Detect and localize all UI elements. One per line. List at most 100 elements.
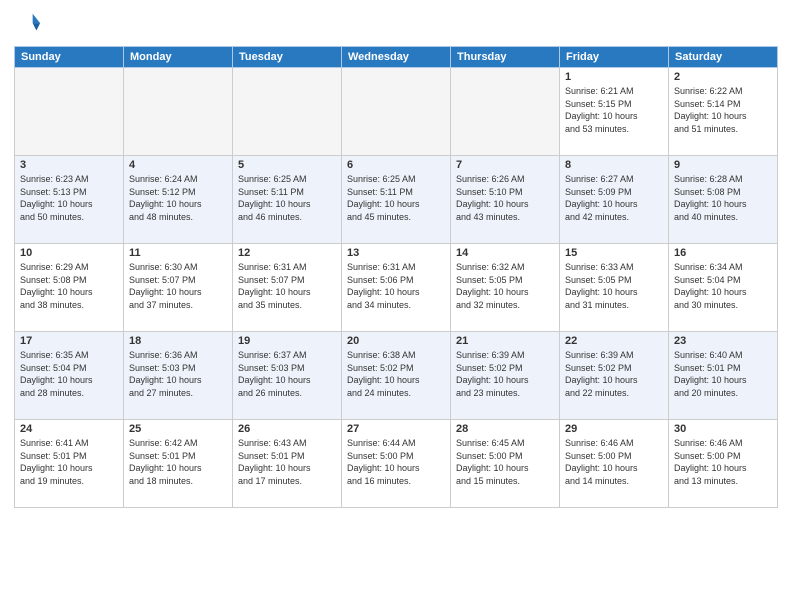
day-info: Sunrise: 6:25 AM Sunset: 5:11 PM Dayligh… xyxy=(347,173,445,223)
day-info: Sunrise: 6:23 AM Sunset: 5:13 PM Dayligh… xyxy=(20,173,118,223)
calendar-cell: 17 Sunrise: 6:35 AM Sunset: 5:04 PM Dayli… xyxy=(15,332,124,420)
logo-icon xyxy=(14,10,42,38)
day-info: Sunrise: 6:31 AM Sunset: 5:06 PM Dayligh… xyxy=(347,261,445,311)
day-number: 10 xyxy=(20,247,118,259)
day-number: 19 xyxy=(238,335,336,347)
day-number: 27 xyxy=(347,423,445,435)
day-info: Sunrise: 6:39 AM Sunset: 5:02 PM Dayligh… xyxy=(565,349,663,399)
day-info: Sunrise: 6:44 AM Sunset: 5:00 PM Dayligh… xyxy=(347,437,445,487)
calendar-cell: 12 Sunrise: 6:31 AM Sunset: 5:07 PM Dayli… xyxy=(233,244,342,332)
calendar-cell: 6 Sunrise: 6:25 AM Sunset: 5:11 PM Daylig… xyxy=(342,156,451,244)
calendar-cell: 24 Sunrise: 6:41 AM Sunset: 5:01 PM Dayli… xyxy=(15,420,124,508)
day-info: Sunrise: 6:37 AM Sunset: 5:03 PM Dayligh… xyxy=(238,349,336,399)
day-info: Sunrise: 6:31 AM Sunset: 5:07 PM Dayligh… xyxy=(238,261,336,311)
day-number: 18 xyxy=(129,335,227,347)
day-number: 23 xyxy=(674,335,772,347)
day-number: 21 xyxy=(456,335,554,347)
day-number: 5 xyxy=(238,159,336,171)
calendar-cell: 9 Sunrise: 6:28 AM Sunset: 5:08 PM Daylig… xyxy=(669,156,778,244)
calendar-cell xyxy=(15,68,124,156)
day-info: Sunrise: 6:34 AM Sunset: 5:04 PM Dayligh… xyxy=(674,261,772,311)
day-info: Sunrise: 6:32 AM Sunset: 5:05 PM Dayligh… xyxy=(456,261,554,311)
day-info: Sunrise: 6:21 AM Sunset: 5:15 PM Dayligh… xyxy=(565,85,663,135)
day-number: 6 xyxy=(347,159,445,171)
day-info: Sunrise: 6:41 AM Sunset: 5:01 PM Dayligh… xyxy=(20,437,118,487)
day-number: 8 xyxy=(565,159,663,171)
day-info: Sunrise: 6:40 AM Sunset: 5:01 PM Dayligh… xyxy=(674,349,772,399)
day-number: 15 xyxy=(565,247,663,259)
calendar-cell: 18 Sunrise: 6:36 AM Sunset: 5:03 PM Dayli… xyxy=(124,332,233,420)
calendar-header-wednesday: Wednesday xyxy=(342,47,451,68)
calendar-week-row: 17 Sunrise: 6:35 AM Sunset: 5:04 PM Dayli… xyxy=(15,332,778,420)
calendar-cell: 28 Sunrise: 6:45 AM Sunset: 5:00 PM Dayli… xyxy=(451,420,560,508)
day-info: Sunrise: 6:28 AM Sunset: 5:08 PM Dayligh… xyxy=(674,173,772,223)
calendar-cell: 8 Sunrise: 6:27 AM Sunset: 5:09 PM Daylig… xyxy=(560,156,669,244)
calendar-cell: 7 Sunrise: 6:26 AM Sunset: 5:10 PM Daylig… xyxy=(451,156,560,244)
calendar-header-thursday: Thursday xyxy=(451,47,560,68)
header xyxy=(14,10,778,38)
day-info: Sunrise: 6:22 AM Sunset: 5:14 PM Dayligh… xyxy=(674,85,772,135)
day-info: Sunrise: 6:25 AM Sunset: 5:11 PM Dayligh… xyxy=(238,173,336,223)
day-number: 7 xyxy=(456,159,554,171)
day-number: 28 xyxy=(456,423,554,435)
calendar-week-row: 24 Sunrise: 6:41 AM Sunset: 5:01 PM Dayli… xyxy=(15,420,778,508)
day-number: 25 xyxy=(129,423,227,435)
day-info: Sunrise: 6:45 AM Sunset: 5:00 PM Dayligh… xyxy=(456,437,554,487)
day-info: Sunrise: 6:35 AM Sunset: 5:04 PM Dayligh… xyxy=(20,349,118,399)
day-info: Sunrise: 6:46 AM Sunset: 5:00 PM Dayligh… xyxy=(674,437,772,487)
day-number: 20 xyxy=(347,335,445,347)
day-info: Sunrise: 6:24 AM Sunset: 5:12 PM Dayligh… xyxy=(129,173,227,223)
logo xyxy=(14,10,46,38)
calendar-cell: 2Sunrise: 6:22 AM Sunset: 5:14 PM Daylig… xyxy=(669,68,778,156)
day-number: 24 xyxy=(20,423,118,435)
calendar-cell xyxy=(342,68,451,156)
page: SundayMondayTuesdayWednesdayThursdayFrid… xyxy=(0,0,792,612)
calendar-cell: 25 Sunrise: 6:42 AM Sunset: 5:01 PM Dayli… xyxy=(124,420,233,508)
day-info: Sunrise: 6:30 AM Sunset: 5:07 PM Dayligh… xyxy=(129,261,227,311)
calendar-week-row: 3 Sunrise: 6:23 AM Sunset: 5:13 PM Daylig… xyxy=(15,156,778,244)
calendar-cell xyxy=(451,68,560,156)
calendar-cell xyxy=(124,68,233,156)
calendar-cell: 19 Sunrise: 6:37 AM Sunset: 5:03 PM Dayli… xyxy=(233,332,342,420)
calendar-cell: 22Sunrise: 6:39 AM Sunset: 5:02 PM Dayli… xyxy=(560,332,669,420)
day-info: Sunrise: 6:27 AM Sunset: 5:09 PM Dayligh… xyxy=(565,173,663,223)
day-number: 9 xyxy=(674,159,772,171)
day-number: 3 xyxy=(20,159,118,171)
calendar-cell: 13Sunrise: 6:31 AM Sunset: 5:06 PM Dayli… xyxy=(342,244,451,332)
day-info: Sunrise: 6:38 AM Sunset: 5:02 PM Dayligh… xyxy=(347,349,445,399)
day-number: 30 xyxy=(674,423,772,435)
day-info: Sunrise: 6:39 AM Sunset: 5:02 PM Dayligh… xyxy=(456,349,554,399)
day-info: Sunrise: 6:36 AM Sunset: 5:03 PM Dayligh… xyxy=(129,349,227,399)
calendar-cell: 4 Sunrise: 6:24 AM Sunset: 5:12 PM Daylig… xyxy=(124,156,233,244)
calendar-cell: 21 Sunrise: 6:39 AM Sunset: 5:02 PM Dayli… xyxy=(451,332,560,420)
calendar-header-sunday: Sunday xyxy=(15,47,124,68)
day-info: Sunrise: 6:46 AM Sunset: 5:00 PM Dayligh… xyxy=(565,437,663,487)
day-info: Sunrise: 6:42 AM Sunset: 5:01 PM Dayligh… xyxy=(129,437,227,487)
day-number: 1 xyxy=(565,71,663,83)
calendar-cell: 10 Sunrise: 6:29 AM Sunset: 5:08 PM Dayli… xyxy=(15,244,124,332)
day-number: 4 xyxy=(129,159,227,171)
day-number: 26 xyxy=(238,423,336,435)
day-info: Sunrise: 6:29 AM Sunset: 5:08 PM Dayligh… xyxy=(20,261,118,311)
calendar-cell: 11 Sunrise: 6:30 AM Sunset: 5:07 PM Dayli… xyxy=(124,244,233,332)
calendar-header-friday: Friday xyxy=(560,47,669,68)
calendar-header-row: SundayMondayTuesdayWednesdayThursdayFrid… xyxy=(15,47,778,68)
calendar-cell: 3 Sunrise: 6:23 AM Sunset: 5:13 PM Daylig… xyxy=(15,156,124,244)
day-number: 17 xyxy=(20,335,118,347)
calendar: SundayMondayTuesdayWednesdayThursdayFrid… xyxy=(14,46,778,508)
calendar-cell: 14Sunrise: 6:32 AM Sunset: 5:05 PM Dayli… xyxy=(451,244,560,332)
day-number: 12 xyxy=(238,247,336,259)
calendar-cell xyxy=(233,68,342,156)
calendar-cell: 29 Sunrise: 6:46 AM Sunset: 5:00 PM Dayli… xyxy=(560,420,669,508)
day-info: Sunrise: 6:26 AM Sunset: 5:10 PM Dayligh… xyxy=(456,173,554,223)
calendar-week-row: 10 Sunrise: 6:29 AM Sunset: 5:08 PM Dayli… xyxy=(15,244,778,332)
calendar-week-row: 1 Sunrise: 6:21 AM Sunset: 5:15 PM Daylig… xyxy=(15,68,778,156)
calendar-header-saturday: Saturday xyxy=(669,47,778,68)
day-number: 11 xyxy=(129,247,227,259)
calendar-cell: 15Sunrise: 6:33 AM Sunset: 5:05 PM Dayli… xyxy=(560,244,669,332)
day-number: 29 xyxy=(565,423,663,435)
day-number: 16 xyxy=(674,247,772,259)
calendar-cell: 23 Sunrise: 6:40 AM Sunset: 5:01 PM Dayli… xyxy=(669,332,778,420)
calendar-cell: 26Sunrise: 6:43 AM Sunset: 5:01 PM Dayli… xyxy=(233,420,342,508)
calendar-cell: 1 Sunrise: 6:21 AM Sunset: 5:15 PM Daylig… xyxy=(560,68,669,156)
